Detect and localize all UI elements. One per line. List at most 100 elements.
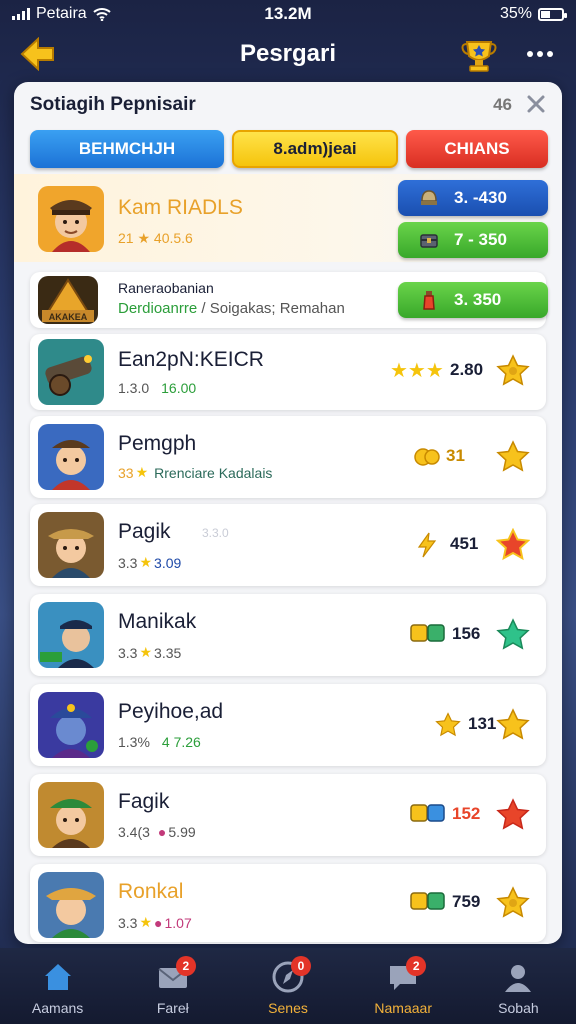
back-button[interactable] <box>18 36 58 72</box>
wifi-icon <box>93 8 111 21</box>
list-item-score: 451 <box>450 534 479 553</box>
clock: 13.2M <box>264 4 312 23</box>
list-item[interactable]: Manikak 3.3 ★ 3.35 156 <box>30 594 546 676</box>
mail-icon: 2 <box>156 956 196 994</box>
featured-entry[interactable]: Kam RIADLS 21 ★ 40.5.6 3. -430 7 - 350 <box>14 174 562 262</box>
list-item-name: Manikak <box>118 610 197 633</box>
list-item-name: Pagik <box>118 520 171 543</box>
ranger-avatar <box>38 782 104 848</box>
chest-icon <box>418 229 440 251</box>
tab-blue[interactable]: BEHMCHJH <box>30 130 224 168</box>
list-item-stat-a: 3.3 <box>118 554 138 571</box>
nav-home[interactable]: Aamans <box>0 948 115 1024</box>
gem-icon: ● <box>157 824 167 840</box>
tab-red[interactable]: CHIANS <box>406 130 548 168</box>
pinned-logo-text: AKAKEA <box>49 312 88 322</box>
green-star-icon[interactable] <box>496 618 530 652</box>
small-star-icon <box>435 712 461 737</box>
featured-pill-green[interactable]: 7 - 350 <box>398 222 548 258</box>
list-item-stat-a: 1.3.0 <box>118 380 150 396</box>
nav-chat[interactable]: 2 Namaaar <box>346 948 461 1024</box>
list-item-stat-a: 33 <box>118 464 134 481</box>
star-icon: ★ <box>139 914 153 930</box>
explorer-avatar <box>38 512 104 578</box>
list-item-stat-a: 1.3% <box>118 734 150 750</box>
list-item-name: Ronkal <box>118 880 184 903</box>
pinned-subtitle-green: Derdioanrre <box>118 300 198 317</box>
list-item[interactable]: Fagik 3.4(3 ● 5.99 152 <box>30 774 546 856</box>
nav-profile[interactable]: Sobah <box>461 948 576 1024</box>
list-item[interactable]: Peyihoe,ad 1.3% 4 7.26 131 <box>30 684 546 766</box>
gem-badge-icon <box>410 802 446 824</box>
nav-mail[interactable]: 2 Fareł <box>115 948 230 1024</box>
list-item-stats: 1.3.0 16.00 <box>118 380 196 396</box>
pinned-subtitle: Derdioanrre / Soigakas; Remahan <box>118 300 345 317</box>
list-item-stat-b: 16.00 <box>161 380 197 396</box>
list-item-score: 759 <box>452 892 481 911</box>
list-item-score: 152 <box>452 804 481 823</box>
battery-icon <box>538 7 567 21</box>
notification-badge: 2 <box>406 956 427 976</box>
featured-name: Kam RIADLS <box>118 196 243 219</box>
close-icon[interactable] <box>524 92 548 116</box>
list-item-stats: 3.3 ★ 3.35 <box>118 644 181 661</box>
battery-percent: 35% <box>499 5 532 22</box>
list-item[interactable]: Pagik 3.3.0 3.3 ★ 3.09 451 <box>30 504 546 586</box>
featured-pill-blue-value: 3. -430 <box>454 188 507 207</box>
panel-count: 46 <box>493 95 512 114</box>
gem-icon: ● <box>154 914 163 931</box>
list-item-stat-b: 3.09 <box>154 554 182 571</box>
panel-header: Sotiagih Pepnisair 46 <box>14 82 562 126</box>
more-dot-icon <box>547 51 553 57</box>
red-star-icon[interactable] <box>496 528 530 562</box>
gold-star-icon[interactable] <box>496 440 530 474</box>
status-bar: Petaira 13.2M 35% <box>0 0 576 28</box>
lightning-icon <box>417 532 437 558</box>
gold-star-icon[interactable] <box>496 354 530 388</box>
list-item-stat-b: 1.07 <box>164 914 192 931</box>
list-item-stats: 33 ★ Rrenciare Kadalais <box>118 464 272 481</box>
list-item-name: Peyihoe,ad <box>118 700 224 723</box>
pirate-avatar <box>38 424 104 490</box>
nav-label: Aamans <box>31 1000 84 1016</box>
pinned-entry[interactable]: AKAKEA Raneraobanian Derdioanrre / Soiga… <box>30 272 548 328</box>
cowboy-avatar <box>38 872 104 938</box>
list-item-score: 2.80 <box>450 360 484 379</box>
star-icon: ★ <box>139 554 153 570</box>
page-title: Pesrgari <box>239 40 337 67</box>
pinned-pill[interactable]: 3. 350 <box>398 282 548 318</box>
featured-pill-blue[interactable]: 3. -430 <box>398 180 548 216</box>
trophy-button[interactable] <box>458 34 500 74</box>
signal-icon <box>12 8 30 20</box>
nav-label: Sobah <box>498 1000 539 1016</box>
pinned-subtitle-gray: / Soigakas; Remahan <box>201 300 345 317</box>
list-item-stats: 1.3% 4 7.26 <box>118 734 201 750</box>
gold-star-icon[interactable] <box>496 886 530 920</box>
nav-compass[interactable]: 0 Senes <box>230 948 345 1024</box>
more-dot-icon <box>537 51 543 57</box>
wizard-avatar <box>38 692 104 758</box>
gold-star-icon[interactable] <box>496 708 530 742</box>
helmet-icon <box>418 187 440 209</box>
list-item-stat-a: 3.3 <box>118 914 138 931</box>
tab-yellow[interactable]: 8.adm)jeai <box>232 130 398 168</box>
carrier-name: Petaira <box>36 5 87 22</box>
star-icon: ★ <box>135 464 149 480</box>
home-icon <box>44 964 71 990</box>
trophy-icon <box>461 41 497 72</box>
list-item-name: Pemgph <box>118 432 197 455</box>
three-stars-icon: ★★★ <box>390 360 444 382</box>
pinned-pill-value: 3. 350 <box>454 290 502 309</box>
gem-badge-icon <box>410 622 446 644</box>
more-options-button[interactable] <box>522 36 558 72</box>
list-item-stats: 3.4(3 ● 5.99 <box>118 824 196 840</box>
list-item[interactable]: Ean2pN:KEICR 1.3.0 16.00 ★★★ 2.80 <box>30 334 546 410</box>
list-item[interactable]: Ronkal 3.3 ★ ● 1.07 759 <box>30 864 546 942</box>
featured-stat-b: 40.5.6 <box>153 230 193 246</box>
list-item-stat-a: 3.4(3 <box>118 824 150 840</box>
notification-badge: 0 <box>291 956 311 976</box>
list-item[interactable]: Pemgph 33 ★ Rrenciare Kadalais 31 <box>30 416 546 498</box>
list-item-stat-b: Rrenciare Kadalais <box>154 464 273 481</box>
red-star-icon[interactable] <box>496 798 530 832</box>
star-icon: ★ <box>137 230 151 246</box>
